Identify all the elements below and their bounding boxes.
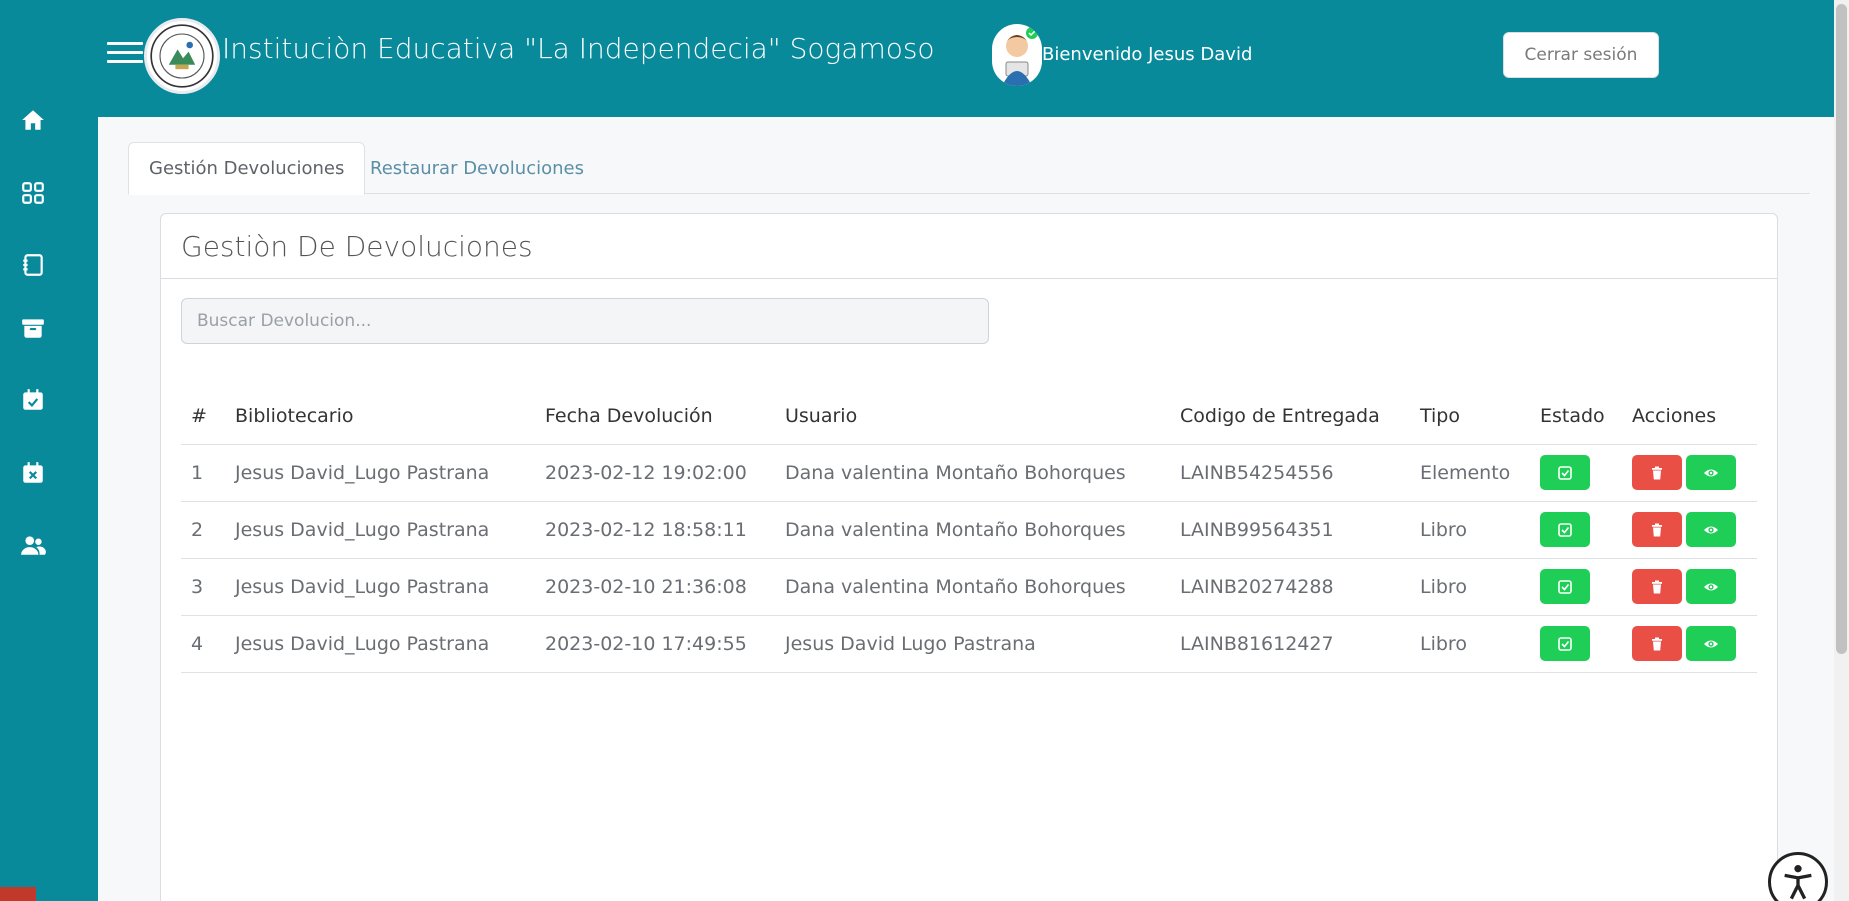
cell-bibliotecario: Jesus David_Lugo Pastrana — [225, 501, 535, 559]
cell-bibliotecario: Jesus David_Lugo Pastrana — [225, 615, 535, 673]
cell-estado — [1530, 444, 1622, 502]
check-square-icon — [1558, 579, 1572, 594]
col-header-fecha: Fecha Devolución — [535, 389, 775, 445]
trash-icon — [1652, 580, 1662, 593]
check-square-icon — [1558, 522, 1572, 537]
logout-button[interactable]: Cerrar sesión — [1503, 32, 1659, 78]
cell-codigo: LAINB99564351 — [1170, 501, 1410, 559]
cell-estado — [1530, 615, 1622, 673]
cell-usuario: Dana valentina Montaño Bohorques — [775, 501, 1170, 559]
status-button[interactable] — [1540, 512, 1590, 547]
archive-icon[interactable] — [18, 313, 48, 343]
calendar-check-icon[interactable] — [18, 385, 48, 415]
cell-usuario: Dana valentina Montaño Bohorques — [775, 558, 1170, 616]
cell-usuario: Dana valentina Montaño Bohorques — [775, 444, 1170, 502]
welcome-text: Bienvenido Jesus David — [1042, 44, 1253, 65]
topbar: Instituciòn Educativa "La Independecia" … — [98, 0, 1834, 117]
accessibility-button[interactable] — [1768, 852, 1828, 901]
cell-bibliotecario: Jesus David_Lugo Pastrana — [225, 444, 535, 502]
table-row: 3 Jesus David_Lugo Pastrana 2023-02-10 2… — [181, 558, 1757, 616]
table-row: 4 Jesus David_Lugo Pastrana 2023-02-10 1… — [181, 615, 1757, 673]
search-input[interactable] — [181, 298, 989, 344]
cell-tipo: Libro — [1410, 501, 1530, 559]
users-icon[interactable] — [18, 530, 48, 560]
trash-icon — [1652, 466, 1662, 479]
delete-button[interactable] — [1632, 626, 1682, 661]
status-button[interactable] — [1540, 569, 1590, 604]
cell-fecha: 2023-02-10 21:36:08 — [535, 558, 775, 616]
tab-bar: Gestión Devoluciones Restaurar Devolucio… — [128, 142, 1810, 195]
card-title: Gestiòn De Devoluciones — [181, 229, 533, 263]
home-icon[interactable] — [18, 105, 48, 135]
eye-icon — [1704, 640, 1718, 647]
col-header-tipo: Tipo — [1410, 389, 1530, 445]
cell-fecha: 2023-02-12 19:02:00 — [535, 444, 775, 502]
cell-fecha: 2023-02-12 18:58:11 — [535, 501, 775, 559]
grid-icon[interactable] — [18, 178, 48, 208]
cell-codigo: LAINB20274288 — [1170, 558, 1410, 616]
corner-badge — [0, 887, 36, 901]
page-scrollbar[interactable] — [1834, 0, 1849, 901]
cell-estado — [1530, 558, 1622, 616]
view-button[interactable] — [1686, 626, 1736, 661]
cell-tipo: Libro — [1410, 615, 1530, 673]
cell-num: 3 — [181, 558, 225, 616]
accessibility-icon — [1784, 865, 1812, 900]
cell-acciones — [1622, 615, 1757, 673]
eye-icon — [1704, 469, 1718, 476]
col-header-bibliotecario: Bibliotecario — [225, 389, 535, 445]
check-square-icon — [1558, 636, 1572, 651]
cell-usuario: Jesus David Lugo Pastrana — [775, 615, 1170, 673]
table-row: 1 Jesus David_Lugo Pastrana 2023-02-12 1… — [181, 444, 1757, 502]
view-button[interactable] — [1686, 569, 1736, 604]
delete-button[interactable] — [1632, 512, 1682, 547]
returns-table: # Bibliotecario Fecha Devolución Usuario… — [181, 389, 1757, 673]
cell-codigo: LAINB54254556 — [1170, 444, 1410, 502]
view-button[interactable] — [1686, 455, 1736, 490]
status-button[interactable] — [1540, 626, 1590, 661]
returns-card: Gestiòn De Devoluciones # Bibliotecario … — [160, 213, 1778, 901]
table-row: 2 Jesus David_Lugo Pastrana 2023-02-12 1… — [181, 501, 1757, 559]
user-avatar — [992, 24, 1042, 86]
col-header-acciones: Acciones — [1622, 389, 1757, 445]
institution-logo — [144, 18, 220, 94]
table-header-row: # Bibliotecario Fecha Devolución Usuario… — [181, 389, 1757, 445]
trash-icon — [1652, 523, 1662, 536]
menu-toggle-icon[interactable] — [107, 36, 143, 70]
cell-num: 1 — [181, 444, 225, 502]
eye-icon — [1704, 526, 1718, 533]
cell-num: 2 — [181, 501, 225, 559]
calendar-x-icon[interactable] — [18, 458, 48, 488]
site-title: Instituciòn Educativa "La Independecia" … — [222, 32, 935, 65]
cell-codigo: LAINB81612427 — [1170, 615, 1410, 673]
cell-bibliotecario: Jesus David_Lugo Pastrana — [225, 558, 535, 616]
col-header-codigo: Codigo de Entregada — [1170, 389, 1410, 445]
view-button[interactable] — [1686, 512, 1736, 547]
cell-tipo: Libro — [1410, 558, 1530, 616]
scrollbar-thumb[interactable] — [1836, 4, 1847, 654]
cell-estado — [1530, 501, 1622, 559]
tab-gestion-devoluciones[interactable]: Gestión Devoluciones — [128, 142, 366, 195]
trash-icon — [1652, 637, 1662, 650]
sidebar — [0, 0, 98, 901]
col-header-estado: Estado — [1530, 389, 1622, 445]
delete-button[interactable] — [1632, 455, 1682, 490]
status-button[interactable] — [1540, 455, 1590, 490]
col-header-num: # — [181, 389, 225, 445]
cell-acciones — [1622, 558, 1757, 616]
check-square-icon — [1558, 465, 1572, 480]
tab-restaurar-devoluciones[interactable]: Restaurar Devoluciones — [350, 142, 604, 194]
eye-icon — [1704, 583, 1718, 590]
cell-tipo: Elemento — [1410, 444, 1530, 502]
card-header: Gestiòn De Devoluciones — [161, 214, 1777, 279]
cell-fecha: 2023-02-10 17:49:55 — [535, 615, 775, 673]
cell-acciones — [1622, 501, 1757, 559]
col-header-usuario: Usuario — [775, 389, 1170, 445]
cell-acciones — [1622, 444, 1757, 502]
cell-num: 4 — [181, 615, 225, 673]
notebook-icon[interactable] — [18, 250, 48, 280]
delete-button[interactable] — [1632, 569, 1682, 604]
